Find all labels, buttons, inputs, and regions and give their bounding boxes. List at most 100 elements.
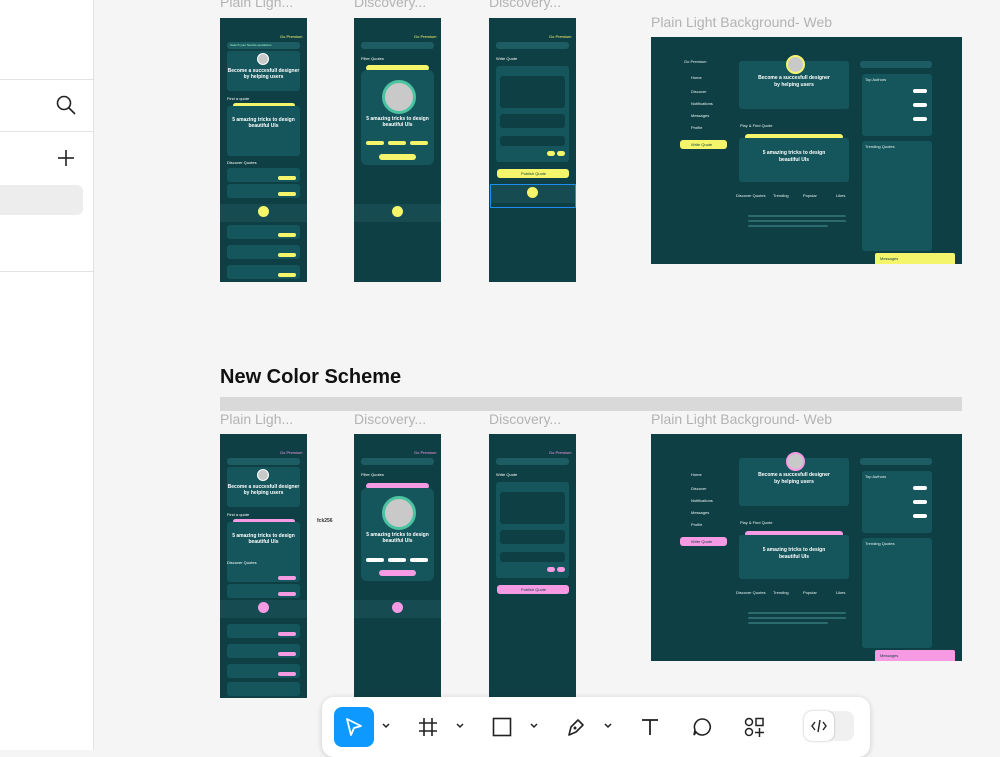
accent-pill — [278, 253, 296, 257]
tips-title-2: beautiful UIs — [778, 157, 809, 163]
search-field — [361, 42, 434, 49]
search-placeholder: Search your favorite quotations — [230, 43, 272, 47]
shapes-plus-icon — [744, 717, 764, 737]
plus-icon[interactable] — [55, 147, 77, 169]
menu-item: Home — [691, 472, 702, 477]
follow-button — [913, 117, 927, 121]
frame-label[interactable]: Discovery... — [354, 0, 426, 10]
tips-title-2: beautiful UIs — [248, 539, 279, 545]
menu-item: Discover — [691, 486, 707, 491]
frame-label[interactable]: Discovery... — [354, 411, 426, 427]
accent-pill — [278, 273, 296, 277]
publish-label: Publish Quote — [521, 587, 547, 592]
tag-pill — [388, 141, 406, 145]
tips-title: 5 amazing tricks to design — [762, 150, 826, 156]
tips-title-2: beautiful UIs — [778, 554, 809, 560]
hero-title-2: by helping users — [774, 82, 814, 88]
selection-box[interactable] — [490, 184, 576, 208]
move-tool[interactable] — [334, 707, 374, 747]
dev-mode-toggle[interactable] — [804, 711, 854, 741]
chevron-down-icon[interactable] — [529, 721, 539, 731]
tag-pill — [366, 141, 384, 145]
tab: Trending — [773, 590, 789, 595]
follow-button — [913, 486, 927, 490]
frame-icon — [419, 718, 437, 736]
avatar — [257, 469, 269, 481]
mobile-home-frame-new[interactable]: Go Premium Become a succesfull designer … — [220, 434, 307, 698]
messages-label: Messages — [880, 256, 899, 261]
accent-pill — [278, 176, 296, 180]
mobile-home-frame[interactable]: Go Premium Search your favorite quotatio… — [220, 18, 307, 282]
mobile-write-frame[interactable]: Go Premium Write Quote Publish Quote — [489, 18, 576, 282]
section-label: Play & Find Quote — [740, 123, 773, 128]
tips-title-2: beautiful UIs — [382, 538, 413, 544]
card-title: Trending Quotes — [865, 541, 895, 546]
code-icon — [811, 719, 827, 733]
section-label: Write Quote — [496, 472, 518, 477]
quote-item — [227, 682, 300, 696]
frame-label[interactable]: Plain Light Background- Web — [651, 14, 832, 30]
panel-divider — [0, 271, 93, 272]
shape-tool[interactable] — [482, 707, 522, 747]
frame-label[interactable]: Plain Ligh... — [220, 0, 293, 10]
tag-pill — [388, 558, 406, 562]
card-title: Trending Quotes — [865, 144, 895, 149]
layers-panel — [0, 0, 94, 750]
mobile-discovery-frame-new[interactable]: Go Premium Filter Quotes 5 amazing trick… — [354, 434, 441, 698]
floating-label[interactable]: fck256 — [317, 518, 333, 524]
search-field — [860, 61, 932, 68]
frame-label[interactable]: Plain Ligh... — [220, 411, 293, 427]
web-frame[interactable]: Go Premium Home Discover Notifications M… — [651, 37, 962, 264]
tips-title-2: beautiful UIs — [248, 123, 279, 129]
chevron-down-icon[interactable] — [603, 721, 613, 731]
messages-label: Messages — [880, 653, 899, 658]
input-field — [500, 114, 565, 128]
frame-label[interactable]: Plain Light Background- Web — [651, 411, 832, 427]
text-tool[interactable] — [630, 707, 670, 747]
section-title[interactable]: New Color Scheme — [220, 366, 401, 389]
rectangle-icon — [492, 717, 512, 737]
quote-line — [748, 215, 846, 217]
actions-tool[interactable] — [734, 707, 774, 747]
comment-tool[interactable] — [682, 707, 722, 747]
hero-title: Become a succesfull designer — [758, 75, 830, 81]
section-label: Filter Quotes — [361, 472, 384, 477]
avatar — [382, 496, 416, 530]
chevron-down-icon[interactable] — [381, 721, 391, 731]
chevron-down-icon[interactable] — [455, 721, 465, 731]
frame-tool[interactable] — [408, 707, 448, 747]
quote-line — [748, 225, 828, 227]
trending-card — [862, 141, 932, 251]
tips-title-2: beautiful UIs — [382, 122, 413, 128]
mobile-write-frame-new[interactable]: Go Premium Write Quote Publish Quote — [489, 434, 576, 698]
tab: Likes — [836, 590, 846, 595]
quote-line — [748, 612, 846, 614]
premium-link: Go Premium — [549, 34, 572, 39]
fab-button — [258, 602, 269, 613]
section-header-bar[interactable] — [220, 397, 962, 411]
avatar — [786, 452, 805, 471]
avatar — [382, 80, 416, 114]
card-title: Top Authors — [865, 77, 887, 82]
section-label: Discover Quotes — [227, 160, 257, 165]
section-label: Find a quote — [227, 96, 250, 101]
mobile-discovery-frame[interactable]: Go Premium Filter Quotes 5 amazing trick… — [354, 18, 441, 282]
tips-card — [227, 106, 300, 156]
input-field — [500, 530, 565, 544]
search-field — [496, 458, 569, 465]
menu-item: Profile — [691, 522, 703, 527]
hero-title-2: by helping users — [243, 74, 284, 80]
frame-label[interactable]: Discovery... — [489, 0, 561, 10]
search-icon[interactable] — [55, 94, 77, 116]
cta-pill — [379, 570, 416, 576]
tab: Popular — [803, 590, 817, 595]
frame-label[interactable]: Discovery... — [489, 411, 561, 427]
pen-tool[interactable] — [556, 707, 596, 747]
accent-pill — [278, 652, 296, 656]
selected-layer-row[interactable] — [0, 185, 83, 215]
fab-button — [392, 602, 403, 613]
trending-card — [862, 538, 932, 648]
menu-item: Messages — [691, 510, 710, 515]
web-frame-new[interactable]: Home Discover Notifications Messages Pro… — [651, 434, 962, 661]
hero-title-2: by helping users — [243, 490, 284, 496]
